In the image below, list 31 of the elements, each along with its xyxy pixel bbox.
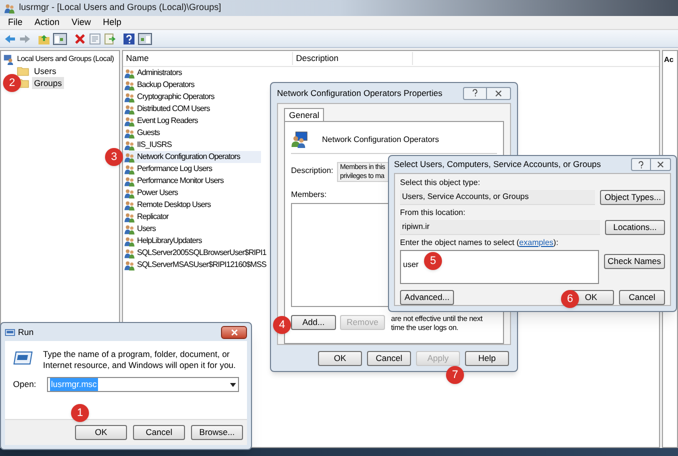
group-name: Performance Monitor Users xyxy=(137,175,224,187)
group-name: Replicator xyxy=(137,211,169,223)
description-label: Description: xyxy=(291,165,334,177)
group-name: Power Users xyxy=(137,187,178,199)
object-names-value: user xyxy=(403,260,419,269)
group-name: Performance Log Users xyxy=(137,163,212,175)
group-name: Administrators xyxy=(137,67,182,79)
object-type-field: Users, Service Accounts, or Groups xyxy=(400,190,596,205)
object-type-label: Select this object type: xyxy=(400,177,480,189)
group-name: Distributed COM Users xyxy=(137,103,210,115)
group-name: Guests xyxy=(137,127,160,139)
group-name: HelpLibraryUpdaters xyxy=(137,235,202,247)
group-name: Backup Operators xyxy=(137,79,194,91)
open-label: Open: xyxy=(13,378,38,391)
object-names-label: Enter the object names to select (examples): xyxy=(400,237,558,249)
group-name: Remote Desktop Users xyxy=(137,199,211,211)
group-name: Event Log Readers xyxy=(137,115,198,127)
open-value: lusrmgr.msc xyxy=(50,378,98,391)
dialog-title: Network Configuration Operators Properties xyxy=(277,86,442,100)
group-name: Network Configuration Operators xyxy=(137,151,240,163)
location-label: From this location: xyxy=(400,207,466,219)
window-title: lusrmgr - [Local Users and Groups (Local)\Groups] xyxy=(19,1,222,14)
group-name: Users xyxy=(137,223,156,235)
group-name: Network Configuration Operators xyxy=(322,134,439,146)
dialog-title: Run xyxy=(18,326,34,338)
members-label: Members: xyxy=(291,189,327,201)
dialog-title: Select Users, Computers, Service Accounts, or Groups xyxy=(394,158,601,171)
group-name: IIS_IUSRS xyxy=(137,139,172,151)
group-name: Cryptographic Operators xyxy=(137,91,214,103)
run-prompt: Type the name of a program, folder, document, or Internet resource, and Windows will open it for you. xyxy=(43,349,237,371)
location-field: ripiwn.ir xyxy=(400,220,600,235)
